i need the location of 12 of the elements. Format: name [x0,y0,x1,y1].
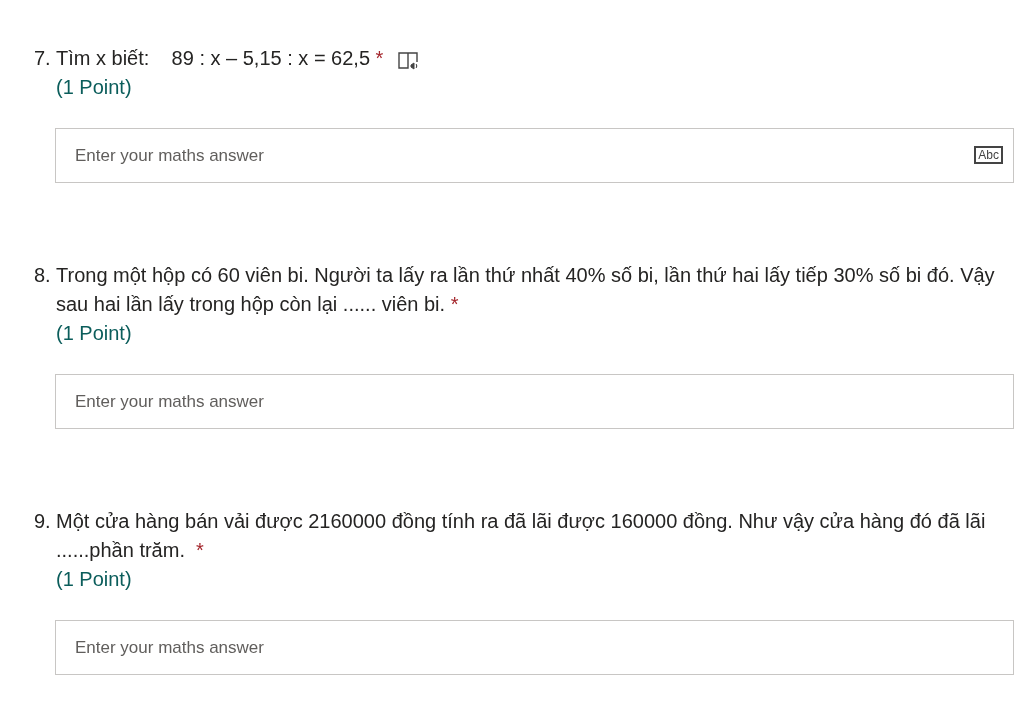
question-text: Trong một hộp có 60 viên bi. Người ta lấy ra lần thứ nhất 40% số bi, lần thứ hai lấy tiếp 30% số bi đó. Vậy sau hai lần lấy trong hộp còn lại ...... viên bi. * [56,263,996,317]
points-label: (1 Point) [56,321,133,346]
points-label: (1 Point) [56,75,133,100]
question-number: 8. [34,263,52,288]
question-text: Tìm x biết: 89 : x – 5,15 : x = 62,5 * [56,46,384,71]
answer-field[interactable]: Enter your maths answer [55,620,1014,675]
question-number: 9. [34,509,52,534]
input-type-badge: Abc [974,146,1003,164]
answer-field[interactable]: Enter your maths answer [55,374,1014,429]
question-text: Một cửa hàng bán vải được 2160000 đồng tính ra đã lãi được 160000 đồng. Như vậy cửa hàng đó đã lãi ......phần trăm. * [56,509,987,563]
question-number: 7. [34,46,52,71]
points-label: (1 Point) [56,567,133,592]
